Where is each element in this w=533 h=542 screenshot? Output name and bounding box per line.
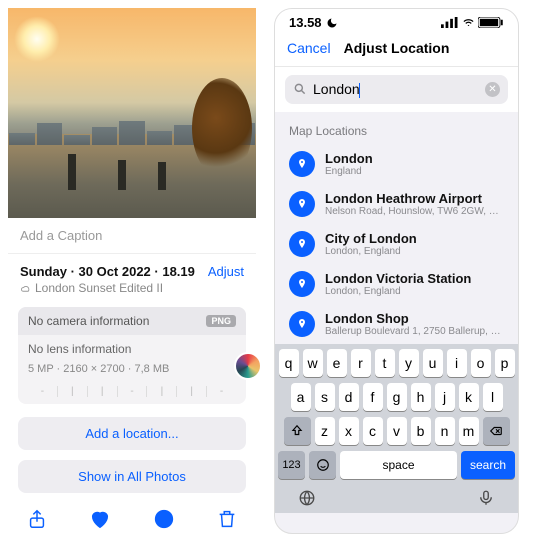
no-lens-label: No lens information: [18, 335, 246, 363]
key-w[interactable]: w: [303, 349, 323, 377]
list-item[interactable]: London Heathrow AirportNelson Road, Houn…: [275, 184, 518, 224]
filetype-badge: PNG: [206, 315, 236, 327]
photo-preview[interactable]: [8, 8, 256, 218]
search-key[interactable]: search: [461, 451, 515, 479]
key-o[interactable]: o: [471, 349, 491, 377]
info-icon[interactable]: i: [153, 508, 175, 530]
wifi-icon: [463, 17, 474, 28]
toolbar: i: [8, 498, 256, 534]
key-h[interactable]: h: [411, 383, 431, 411]
search-icon: [293, 82, 307, 96]
list-item[interactable]: City of LondonLondon, England: [275, 224, 518, 264]
cloud-icon: [20, 283, 31, 294]
show-in-all-photos-button[interactable]: Show in All Photos: [18, 460, 246, 493]
pin-icon: [289, 271, 315, 297]
share-icon[interactable]: [26, 508, 48, 530]
key-g[interactable]: g: [387, 383, 407, 411]
key-c[interactable]: c: [363, 417, 383, 445]
key-t[interactable]: t: [375, 349, 395, 377]
status-time: 13.58: [289, 15, 322, 30]
photo-info-screen: Add a Caption Sunday · 30 Oct 2022 · 18.…: [8, 8, 256, 534]
no-camera-label: No camera information: [28, 314, 149, 328]
signal-icon: [441, 17, 459, 28]
key-f[interactable]: f: [363, 383, 383, 411]
photo-stats: 5 MP · 2160 × 2700 · 7,8 MB: [18, 363, 246, 382]
numbers-key[interactable]: 123: [278, 451, 305, 479]
key-m[interactable]: m: [459, 417, 479, 445]
key-x[interactable]: x: [339, 417, 359, 445]
search-input[interactable]: London ✕: [285, 75, 508, 104]
photo-filename: London Sunset Edited II: [35, 281, 163, 295]
cancel-button[interactable]: Cancel: [287, 40, 331, 56]
key-v[interactable]: v: [387, 417, 407, 445]
pin-icon: [289, 311, 315, 337]
adjust-button[interactable]: Adjust: [208, 264, 244, 279]
adjust-location-screen: 13.58 Cancel Adjust Location London ✕ Ma…: [274, 8, 519, 534]
backspace-key[interactable]: [483, 417, 510, 445]
key-s[interactable]: s: [315, 383, 335, 411]
favorite-icon[interactable]: [89, 508, 111, 530]
emoji-key[interactable]: [309, 451, 336, 479]
trash-icon[interactable]: [216, 508, 238, 530]
key-l[interactable]: l: [483, 383, 503, 411]
list-item[interactable]: LondonEngland: [275, 144, 518, 184]
mic-icon[interactable]: [477, 489, 495, 507]
key-y[interactable]: y: [399, 349, 419, 377]
status-bar: 13.58: [275, 9, 518, 32]
battery-icon: [478, 17, 504, 28]
text-cursor: [359, 83, 361, 98]
globe-icon[interactable]: [298, 489, 316, 507]
camera-info-card: No camera information PNG No lens inform…: [18, 307, 246, 404]
moon-icon: [326, 17, 338, 29]
results-list: LondonEngland London Heathrow AirportNel…: [275, 144, 518, 344]
key-q[interactable]: q: [279, 349, 299, 377]
exif-ticks: -||-||-: [18, 382, 246, 404]
key-u[interactable]: u: [423, 349, 443, 377]
key-k[interactable]: k: [459, 383, 479, 411]
navbar: Cancel Adjust Location: [275, 32, 518, 67]
add-location-button[interactable]: Add a location...: [18, 417, 246, 450]
key-z[interactable]: z: [315, 417, 335, 445]
key-r[interactable]: r: [351, 349, 371, 377]
key-i[interactable]: i: [447, 349, 467, 377]
page-title: Adjust Location: [344, 40, 450, 56]
section-header: Map Locations: [275, 112, 518, 144]
shift-key[interactable]: [284, 417, 311, 445]
key-j[interactable]: j: [435, 383, 455, 411]
list-item[interactable]: London ShopBallerup Boulevard 1, 2750 Ba…: [275, 304, 518, 344]
photo-date: Sunday · 30 Oct 2022 · 18.19: [20, 264, 195, 279]
key-n[interactable]: n: [435, 417, 455, 445]
keyboard: q w e r t y u i o p a s d f g h j k l z …: [275, 344, 518, 513]
key-d[interactable]: d: [339, 383, 359, 411]
pin-icon: [289, 191, 315, 217]
pin-icon: [289, 231, 315, 257]
caption-field[interactable]: Add a Caption: [8, 218, 256, 254]
key-a[interactable]: a: [291, 383, 311, 411]
clear-icon[interactable]: ✕: [485, 82, 500, 97]
key-p[interactable]: p: [495, 349, 515, 377]
key-e[interactable]: e: [327, 349, 347, 377]
space-key[interactable]: space: [340, 451, 457, 479]
key-b[interactable]: b: [411, 417, 431, 445]
metadata-block: Sunday · 30 Oct 2022 · 18.19 Adjust Lond…: [8, 254, 256, 299]
list-item[interactable]: London Victoria StationLondon, England: [275, 264, 518, 304]
search-text: London: [313, 81, 360, 97]
pin-icon: [289, 151, 315, 177]
color-palette-icon: [234, 352, 262, 380]
